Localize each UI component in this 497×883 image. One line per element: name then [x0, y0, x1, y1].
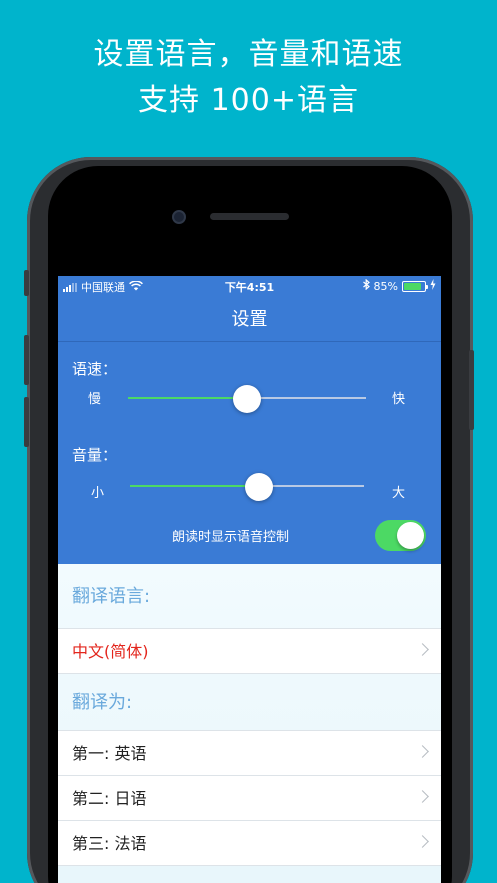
speed-min-label: 慢	[88, 392, 102, 407]
target-language-label: 第一: 英语	[72, 744, 147, 763]
chevron-right-icon	[416, 745, 429, 758]
language-list: 翻译语言: 中文(简体) 翻译为: 第一: 英语 第二: 日语 第三: 法语	[58, 564, 441, 883]
target-language-row-1[interactable]: 第一: 英语	[58, 731, 441, 776]
voice-control-toggle[interactable]	[375, 520, 426, 551]
volume-label: 音量：	[72, 446, 118, 464]
speed-slider[interactable]	[128, 385, 366, 413]
earpiece-speaker	[210, 213, 289, 220]
nav-title: 设置	[58, 297, 441, 342]
mute-switch	[24, 270, 29, 296]
target-section-title: 翻译为:	[58, 674, 441, 731]
source-section-title: 翻译语言:	[58, 564, 441, 629]
speed-label: 语速：	[72, 360, 118, 378]
source-language-label: 中文(简体)	[72, 642, 149, 661]
battery-icon	[402, 280, 428, 292]
volume-slider[interactable]	[130, 473, 364, 501]
bluetooth-icon	[362, 278, 370, 293]
chevron-right-icon	[416, 643, 429, 656]
target-language-row-3[interactable]: 第三: 法语	[58, 821, 441, 866]
chevron-right-icon	[416, 790, 429, 803]
headline-line-2: 支持 100+语言	[138, 83, 359, 118]
chevron-right-icon	[416, 835, 429, 848]
promo-headline: 设置语言，音量和语速 支持 100+语言	[0, 32, 497, 124]
toggle-knob	[397, 522, 424, 549]
volume-min-label: 小	[91, 486, 105, 501]
volume-slider-thumb[interactable]	[244, 473, 273, 501]
phone-screen: 中国联通 下午4:51 85% 设置 语速： 慢 快 音量： 小 大 朗读时显示…	[58, 276, 441, 883]
audio-settings-panel: 语速： 慢 快 音量： 小 大 朗读时显示语音控制	[58, 342, 441, 564]
voice-control-label: 朗读时显示语音控制	[172, 530, 290, 545]
status-bar: 中国联通 下午4:51 85%	[58, 276, 441, 297]
speed-max-label: 快	[392, 392, 406, 407]
target-language-label: 第三: 法语	[72, 834, 147, 853]
battery-percent: 85%	[373, 279, 398, 293]
volume-down-button	[24, 397, 29, 447]
volume-up-button	[24, 335, 29, 385]
source-language-row[interactable]: 中文(简体)	[58, 629, 441, 674]
volume-max-label: 大	[392, 486, 406, 501]
front-camera-icon	[172, 210, 186, 224]
speed-slider-thumb[interactable]	[233, 385, 261, 413]
power-button	[469, 350, 474, 430]
headline-line-1: 设置语言，音量和语速	[93, 37, 404, 72]
target-language-label: 第二: 日语	[72, 789, 147, 808]
charging-icon	[430, 279, 436, 293]
target-language-row-2[interactable]: 第二: 日语	[58, 776, 441, 821]
